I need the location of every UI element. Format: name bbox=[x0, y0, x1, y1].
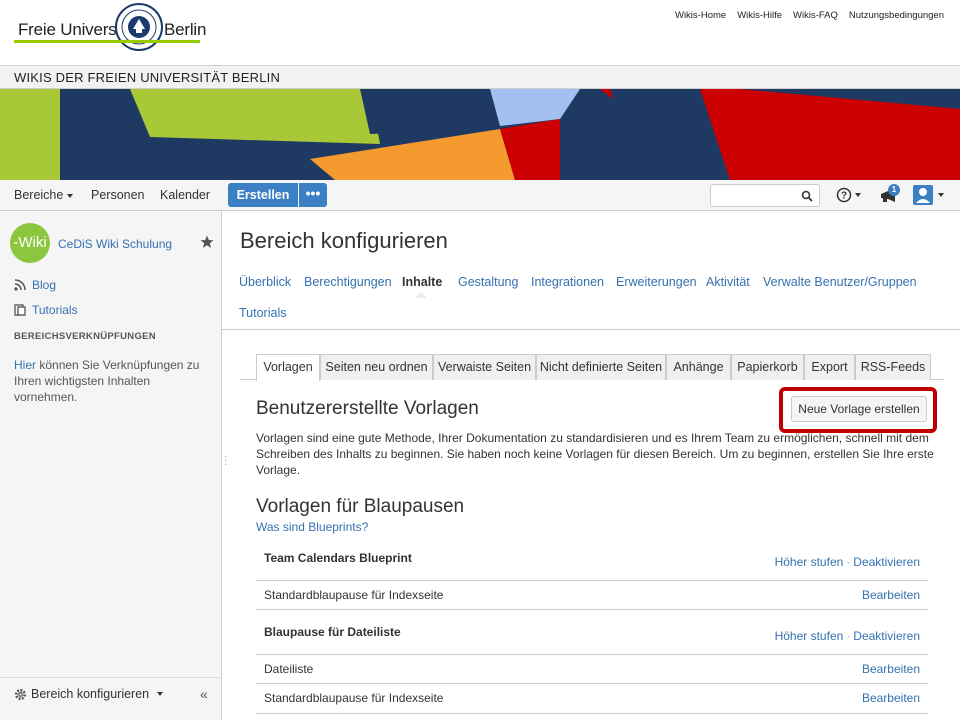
blueprint-name: Team Calendars Blueprint bbox=[264, 551, 412, 565]
tab-undefined-pages[interactable]: Nicht definierte Seiten bbox=[536, 354, 666, 380]
space-config-label: Bereich konfigurieren bbox=[31, 687, 150, 701]
logo-word-right: Berlin bbox=[164, 20, 207, 39]
blueprint-actions: Bearbeiten bbox=[862, 588, 920, 602]
nav-spaces-menu[interactable]: Bereiche bbox=[14, 188, 74, 202]
wiki-band-title[interactable]: WIKIS DER FREIEN UNIVERSITÄT BERLIN bbox=[14, 70, 280, 85]
gear-icon bbox=[14, 688, 27, 700]
blueprint-actions: Höher stufen · Deaktivieren bbox=[775, 555, 920, 569]
sidebar-item-tutorials[interactable]: Tutorials bbox=[14, 303, 78, 317]
top-link-wikis-home[interactable]: Wikis-Home bbox=[675, 10, 726, 21]
top-link-terms[interactable]: Nutzungsbedingungen bbox=[849, 10, 944, 21]
sidebar-item-blog[interactable]: Blog bbox=[14, 278, 56, 292]
user-templates-heading: Benutzererstellte Vorlagen bbox=[256, 398, 479, 419]
table-row: Standardblaupause für Indexseite Bearbei… bbox=[256, 684, 928, 714]
top-navbar: Bereiche Personen Kalender Erstellen •••… bbox=[0, 180, 960, 211]
shortcuts-here-link[interactable]: Hier bbox=[14, 358, 36, 372]
nav-people[interactable]: Personen bbox=[91, 188, 145, 202]
table-row: Standardblaupause für Indexseite Bearbei… bbox=[256, 581, 928, 610]
wiki-band: WIKIS DER FREIEN UNIVERSITÄT BERLIN bbox=[0, 65, 960, 89]
edit-link[interactable]: Bearbeiten bbox=[862, 691, 920, 705]
top-link-wikis-help[interactable]: Wikis-Hilfe bbox=[737, 10, 782, 21]
sidebar-item-label: Blog bbox=[32, 278, 57, 292]
nav-calendar[interactable]: Kalender bbox=[160, 188, 210, 202]
table-row: Blaupause für Dateiliste Höher stufen · De… bbox=[256, 610, 928, 655]
config-nav-tutorials[interactable]: Tutorials bbox=[239, 306, 286, 320]
notifications-button[interactable]: 1 bbox=[878, 184, 902, 206]
space-shortcuts-heading: BEREICHSVERKNÜPFUNGEN bbox=[14, 331, 156, 342]
space-logo[interactable]: -Wiki bbox=[10, 223, 50, 263]
space-name-link[interactable]: CeDiS Wiki Schulung bbox=[58, 237, 172, 251]
tab-orphaned-pages[interactable]: Verwaiste Seiten bbox=[433, 354, 536, 380]
top-link-wikis-faq[interactable]: Wikis-FAQ bbox=[793, 10, 838, 21]
promote-link[interactable]: Höher stufen bbox=[775, 555, 844, 569]
pages-icon bbox=[14, 304, 26, 316]
sidebar-resize-handle[interactable]: · · · bbox=[224, 452, 227, 470]
disable-link[interactable]: Deaktivieren bbox=[853, 555, 920, 569]
chevron-down-icon bbox=[157, 692, 164, 696]
blueprint-actions: Höher stufen · Deaktivieren bbox=[775, 629, 920, 643]
disable-link[interactable]: Deaktivieren bbox=[853, 629, 920, 643]
sidebar-item-label: Tutorials bbox=[32, 303, 78, 317]
tab-trash[interactable]: Papierkorb bbox=[731, 354, 804, 380]
site-header: Freie Universität Berlin Wikis-Home Wiki… bbox=[0, 0, 960, 65]
page-title: Bereich konfigurieren bbox=[240, 228, 448, 253]
table-row: Team Calendars Blueprint Höher stufen · De… bbox=[256, 544, 928, 581]
sidebar-collapse-button[interactable]: « bbox=[200, 686, 208, 702]
user-templates-description: Vorlagen sind eine gute Methode, Ihrer D… bbox=[256, 431, 934, 477]
config-nav-manage-users[interactable]: Verwalte Benutzer/Gruppen bbox=[763, 275, 917, 289]
edit-link[interactable]: Bearbeiten bbox=[862, 662, 920, 676]
space-sidebar: -Wiki CeDiS Wiki Schulung Blog Tutorials… bbox=[0, 211, 222, 720]
search-input[interactable] bbox=[710, 184, 820, 207]
config-nav-activity[interactable]: Aktivität bbox=[706, 275, 750, 289]
create-template-button[interactable]: Neue Vorlage erstellen bbox=[791, 396, 927, 422]
promote-link[interactable]: Höher stufen bbox=[775, 629, 844, 643]
blueprint-actions: Bearbeiten bbox=[862, 662, 920, 676]
separator: · bbox=[846, 629, 851, 643]
tab-attachments[interactable]: Anhänge bbox=[666, 354, 731, 380]
top-links: Wikis-Home Wikis-Hilfe Wikis-FAQ Nutzung… bbox=[675, 10, 944, 21]
blueprint-actions: Bearbeiten bbox=[862, 691, 920, 705]
config-nav-overview[interactable]: Überblick bbox=[239, 275, 291, 289]
what-are-blueprints-link[interactable]: Was sind Blueprints? bbox=[256, 520, 368, 534]
blueprint-name: Blaupause für Dateiliste bbox=[264, 625, 401, 639]
tab-export[interactable]: Export bbox=[804, 354, 855, 380]
header-banner-graphic bbox=[0, 89, 960, 180]
content-tabs: Vorlagen Seiten neu ordnen Verwaiste Sei… bbox=[240, 354, 944, 381]
config-nav-content[interactable]: Inhalte bbox=[402, 275, 442, 289]
table-row: Dateiliste Bearbeiten bbox=[256, 655, 928, 684]
university-seal-icon bbox=[115, 3, 163, 51]
blueprint-name: Standardblaupause für Indexseite bbox=[264, 691, 444, 705]
chevron-down-icon bbox=[67, 193, 74, 198]
tab-reorder-pages[interactable]: Seiten neu ordnen bbox=[320, 354, 433, 380]
config-nav-extensions[interactable]: Erweiterungen bbox=[616, 275, 697, 289]
blueprint-templates-heading: Vorlagen für Blaupausen bbox=[256, 496, 465, 517]
notifications-badge: 1 bbox=[888, 184, 900, 196]
nav-spaces-label: Bereiche bbox=[14, 188, 64, 202]
tab-templates[interactable]: Vorlagen bbox=[256, 354, 320, 381]
separator: · bbox=[846, 555, 851, 569]
blueprint-name: Standardblaupause für Indexseite bbox=[264, 588, 444, 602]
create-button[interactable]: Erstellen bbox=[228, 183, 298, 207]
svg-text:?: ? bbox=[841, 191, 847, 202]
shortcuts-hint-text: können Sie Verknüpfungen zu Ihren wichti… bbox=[14, 358, 200, 404]
config-nav-integrations[interactable]: Integrationen bbox=[531, 275, 604, 289]
fu-berlin-logo[interactable]: Freie Universität Berlin bbox=[14, 2, 207, 56]
config-nav-permissions[interactable]: Berechtigungen bbox=[304, 275, 392, 289]
create-more-button[interactable]: ••• bbox=[299, 183, 327, 207]
space-shortcuts-hint: Hier können Sie Verknüpfungen zu Ihren w… bbox=[14, 357, 209, 405]
tab-rss-feeds[interactable]: RSS-Feeds bbox=[855, 354, 931, 380]
edit-link[interactable]: Bearbeiten bbox=[862, 588, 920, 602]
space-config-menu[interactable]: Bereich konfigurieren bbox=[14, 687, 164, 701]
sidebar-footer: Bereich konfigurieren « bbox=[0, 677, 221, 720]
rss-icon bbox=[14, 279, 26, 291]
user-avatar-icon[interactable] bbox=[912, 184, 946, 206]
search-icon bbox=[801, 190, 813, 202]
logo-underline bbox=[14, 40, 200, 43]
space-config-nav: Überblick Berechtigungen Inhalte Gestalt… bbox=[222, 266, 960, 330]
help-menu-icon[interactable]: ? bbox=[836, 186, 862, 204]
blueprint-name: Dateiliste bbox=[264, 662, 314, 676]
star-icon[interactable] bbox=[200, 235, 214, 249]
config-nav-look-and-feel[interactable]: Gestaltung bbox=[458, 275, 518, 289]
active-nav-pointer bbox=[415, 292, 427, 298]
